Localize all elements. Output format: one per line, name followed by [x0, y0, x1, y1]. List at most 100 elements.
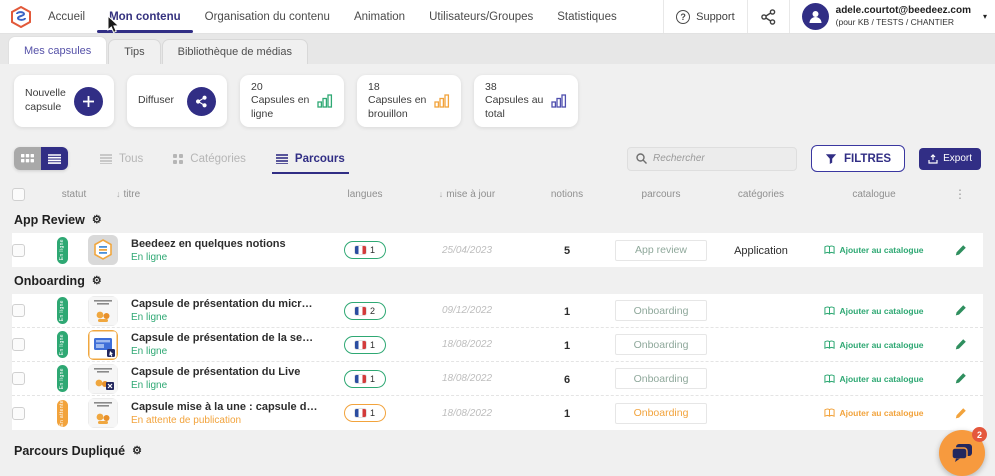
nav-item-mon-contenu[interactable]: Mon contenu: [109, 0, 181, 33]
support-button[interactable]: ? Support: [676, 10, 735, 24]
select-all-checkbox[interactable]: [12, 188, 25, 201]
share-icon[interactable]: [760, 9, 777, 25]
tab-tips[interactable]: Tips: [108, 39, 160, 64]
capsule-thumbnail[interactable]: [88, 330, 118, 360]
nav-item-utilisateurs[interactable]: Utilisateurs/Groupes: [429, 0, 533, 33]
column-maj-label: mise à jour: [446, 189, 495, 200]
capsules-table: statut ↓ titre langues ↓ mise à jour not…: [0, 182, 995, 464]
diffuse-card[interactable]: Diffuser: [127, 75, 227, 127]
group-rows: En ligne Beedeez en quelques notions En …: [12, 233, 983, 267]
column-categories[interactable]: catégories: [711, 189, 811, 200]
add-to-catalogue-link[interactable]: Ajouter au catalogue: [824, 245, 923, 255]
edit-icon[interactable]: [954, 244, 967, 257]
capsule-thumbnail[interactable]: [88, 296, 118, 326]
column-titre[interactable]: ↓ titre: [106, 189, 319, 200]
tab-bibliotheque-medias[interactable]: Bibliothèque de médias: [162, 39, 308, 64]
table-row[interactable]: En attente Capsule mise à la une : capsu…: [12, 396, 983, 430]
parcours-chip[interactable]: Onboarding: [615, 334, 707, 355]
languages-badge[interactable]: 1: [344, 241, 386, 259]
gear-icon[interactable]: ⚙︎: [92, 274, 102, 287]
table-row[interactable]: En ligne Capsule de présentation de la s…: [12, 328, 983, 362]
stat-draft-value: 18: [368, 81, 428, 95]
add-to-catalogue-link[interactable]: Ajouter au catalogue: [824, 408, 923, 418]
parcours-icon: [276, 154, 288, 164]
edit-icon[interactable]: [954, 372, 967, 385]
capsule-state: En ligne: [131, 312, 319, 323]
nav-item-organisation[interactable]: Organisation du contenu: [205, 0, 330, 33]
grid-view-button[interactable]: [14, 147, 41, 170]
add-to-catalogue-link[interactable]: Ajouter au catalogue: [824, 340, 923, 350]
edit-icon[interactable]: [954, 304, 967, 317]
languages-badge[interactable]: 1: [344, 404, 386, 422]
edit-icon[interactable]: [954, 338, 967, 351]
export-button[interactable]: Export: [919, 148, 981, 170]
table-row[interactable]: En ligne Capsule de présentation du Live…: [12, 362, 983, 396]
capsule-title[interactable]: Capsule de présentation de la session av…: [131, 332, 319, 344]
capsule-thumbnail[interactable]: [88, 364, 118, 394]
capsule-title[interactable]: Capsule de présentation du Live: [131, 366, 300, 378]
group-name: Onboarding: [14, 274, 85, 288]
column-statut[interactable]: statut: [42, 189, 106, 200]
row-checkbox[interactable]: [12, 372, 25, 385]
parcours-chip[interactable]: Onboarding: [615, 403, 707, 424]
gear-icon[interactable]: ⚙︎: [92, 213, 102, 226]
column-parcours[interactable]: parcours: [611, 189, 711, 200]
nav-item-statistiques[interactable]: Statistiques: [557, 0, 616, 33]
flag-icon: [355, 409, 366, 417]
capsule-thumbnail[interactable]: [88, 398, 118, 428]
capsule-thumbnail[interactable]: [88, 235, 118, 265]
search-input[interactable]: [653, 153, 788, 164]
chevron-down-icon[interactable]: ▾: [983, 12, 987, 21]
updated-date: 18/08/2022: [442, 408, 492, 419]
funnel-icon: [825, 153, 837, 165]
search-box[interactable]: [627, 147, 797, 171]
new-capsule-card[interactable]: Nouvelle capsule: [14, 75, 114, 127]
sort-desc-icon[interactable]: ↓: [439, 189, 444, 199]
notions-count: 1: [564, 408, 570, 420]
column-menu-icon[interactable]: ⋮: [954, 187, 966, 201]
user-menu[interactable]: adele.courtot@beedeez.com (pour KB / TES…: [802, 3, 987, 30]
gear-icon[interactable]: ⚙︎: [132, 444, 142, 457]
nav-item-accueil[interactable]: Accueil: [48, 0, 85, 33]
table-row[interactable]: En ligne Capsule de présentation du micr…: [12, 294, 983, 328]
languages-badge[interactable]: 2: [344, 302, 386, 320]
filter-tab-parcours[interactable]: Parcours: [276, 153, 345, 165]
tab-mes-capsules[interactable]: Mes capsules: [8, 36, 107, 64]
row-checkbox[interactable]: [12, 304, 25, 317]
column-langues[interactable]: langues: [319, 189, 411, 200]
parcours-chip[interactable]: Onboarding: [615, 368, 707, 389]
column-notions[interactable]: notions: [523, 189, 611, 200]
row-checkbox[interactable]: [12, 407, 25, 420]
beedeez-logo-icon[interactable]: [10, 5, 32, 29]
notions-count: 6: [564, 374, 570, 386]
capsule-title[interactable]: Capsule mise à la une : capsule de prése…: [131, 401, 319, 413]
row-checkbox[interactable]: [12, 244, 25, 257]
add-to-catalogue-link[interactable]: Ajouter au catalogue: [824, 306, 923, 316]
list-view-button[interactable]: [41, 147, 68, 170]
column-catalogue[interactable]: catalogue: [811, 189, 937, 200]
add-capsule-button[interactable]: [74, 87, 103, 116]
chat-launcher-button[interactable]: 2: [939, 430, 985, 476]
parcours-chip[interactable]: App review: [615, 240, 707, 261]
flag-icon: [355, 375, 366, 383]
languages-badge[interactable]: 1: [344, 336, 386, 354]
parcours-chip[interactable]: Onboarding: [615, 300, 707, 321]
row-checkbox[interactable]: [12, 338, 25, 351]
capsule-title[interactable]: Beedeez en quelques notions: [131, 238, 286, 250]
notions-count: 5: [564, 245, 570, 257]
add-to-catalogue-link[interactable]: Ajouter au catalogue: [824, 374, 923, 384]
column-mise-a-jour[interactable]: ↓ mise à jour: [411, 189, 523, 200]
edit-icon[interactable]: [954, 407, 967, 420]
stat-online-label: Capsules en ligne: [251, 94, 311, 121]
filters-button[interactable]: FILTRES: [811, 145, 905, 172]
languages-badge[interactable]: 1: [344, 370, 386, 388]
flag-icon: [355, 246, 366, 254]
nav-item-animation[interactable]: Animation: [354, 0, 405, 33]
sort-desc-icon[interactable]: ↓: [116, 189, 121, 199]
filter-tab-tous[interactable]: Tous: [100, 153, 143, 165]
view-toggle: [14, 147, 68, 170]
capsule-title[interactable]: Capsule de présentation du micro-doing: [131, 298, 319, 310]
diffuse-button[interactable]: [187, 87, 216, 116]
table-row[interactable]: En ligne Beedeez en quelques notions En …: [12, 233, 983, 267]
filter-tab-categories[interactable]: Catégories: [173, 153, 246, 165]
